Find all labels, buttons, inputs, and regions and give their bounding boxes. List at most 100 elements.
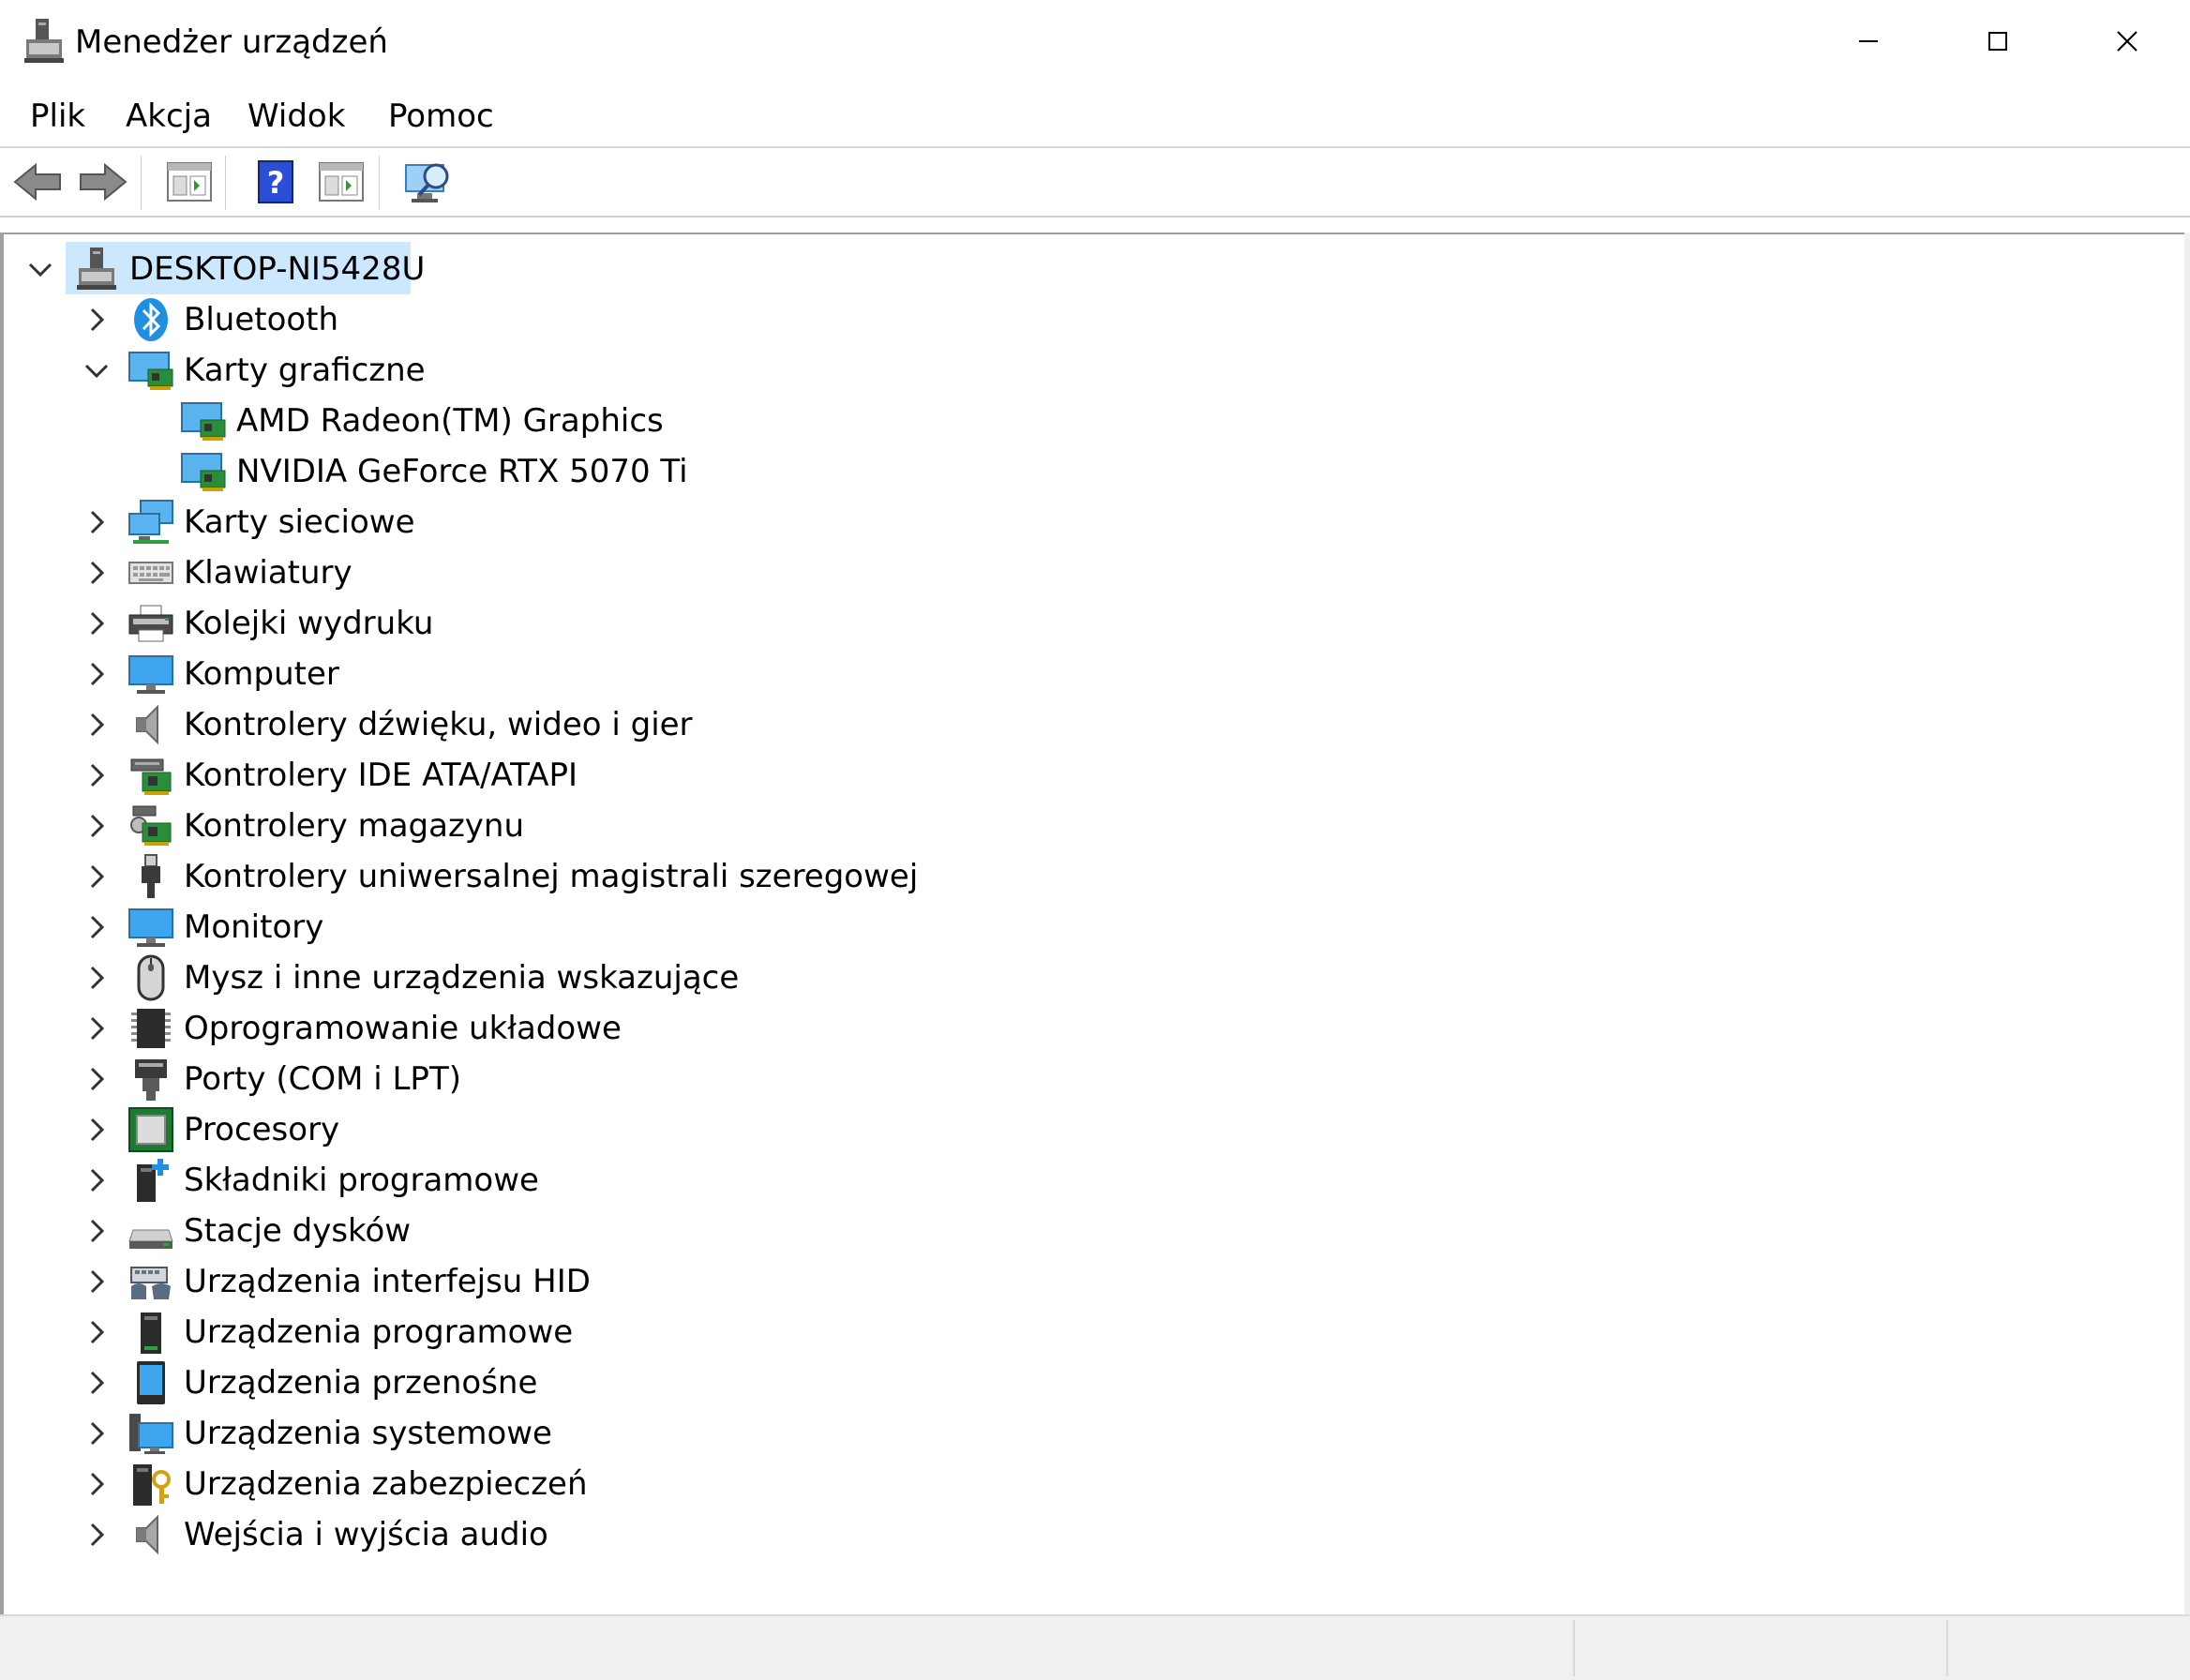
tree-category[interactable]: Karty sieciowe bbox=[4, 497, 848, 548]
menu-action[interactable]: Akcja bbox=[122, 96, 216, 137]
chevron-right-icon[interactable] bbox=[82, 1369, 111, 1397]
chevron-right-icon[interactable] bbox=[82, 812, 111, 840]
tree-category[interactable]: Urządzenia interfejsu HID bbox=[4, 1256, 848, 1307]
close-icon bbox=[2117, 31, 2138, 52]
menu-help[interactable]: Pomoc bbox=[384, 96, 498, 137]
update-driver-icon bbox=[319, 162, 364, 202]
chevron-right-icon[interactable] bbox=[82, 964, 111, 992]
tree-category-label: Urządzenia systemowe bbox=[184, 1415, 552, 1452]
tree-category-label: Mysz i inne urządzenia wskazujące bbox=[184, 959, 740, 997]
tree-category[interactable]: Komputer bbox=[4, 649, 848, 699]
firmware-chip-icon bbox=[131, 1009, 171, 1048]
svg-text:?: ? bbox=[267, 165, 285, 201]
port-icon bbox=[135, 1059, 167, 1101]
software-device-icon bbox=[141, 1312, 161, 1354]
chevron-right-icon[interactable] bbox=[82, 559, 111, 587]
tree-category[interactable]: Porty (COM i LPT) bbox=[4, 1054, 848, 1104]
status-separator bbox=[1946, 1620, 1948, 1676]
storage-controller-icon bbox=[130, 805, 172, 846]
help-button[interactable]: ? bbox=[249, 158, 302, 206]
status-separator bbox=[1573, 1620, 1575, 1676]
chevron-right-icon[interactable] bbox=[82, 1419, 111, 1448]
chevron-right-icon[interactable] bbox=[82, 862, 111, 891]
scan-hardware-button[interactable] bbox=[403, 158, 456, 206]
chevron-right-icon[interactable] bbox=[82, 1014, 111, 1042]
chevron-right-icon[interactable] bbox=[82, 913, 111, 941]
tree-category[interactable]: Procesory bbox=[4, 1104, 848, 1155]
chevron-down-icon[interactable] bbox=[82, 356, 111, 384]
chevron-right-icon[interactable] bbox=[82, 711, 111, 739]
chevron-right-icon[interactable] bbox=[82, 1318, 111, 1346]
menu-view[interactable]: Widok bbox=[244, 96, 349, 137]
tree-device[interactable]: NVIDIA GeForce RTX 5070 Ti bbox=[4, 446, 848, 497]
chevron-right-icon[interactable] bbox=[82, 1217, 111, 1245]
software-component-icon bbox=[137, 1159, 169, 1202]
device-tree[interactable]: DESKTOP-NI5428U Bluetooth Karty graficzn… bbox=[0, 232, 2188, 1616]
tree-category[interactable]: Kolejki wydruku bbox=[4, 598, 848, 649]
tree-category-label: Kontrolery magazynu bbox=[184, 807, 525, 845]
monitor-icon bbox=[128, 908, 173, 947]
tree-category[interactable]: Stacje dysków bbox=[4, 1206, 848, 1256]
tree-category[interactable]: Urządzenia programowe bbox=[4, 1307, 848, 1358]
chevron-right-icon[interactable] bbox=[82, 1166, 111, 1194]
tree-category[interactable]: Urządzenia przenośne bbox=[4, 1358, 848, 1408]
tree-category[interactable]: Bluetooth bbox=[4, 294, 848, 345]
tree-category[interactable]: Urządzenia systemowe bbox=[4, 1408, 848, 1459]
display-adapter-icon bbox=[181, 402, 226, 441]
tree-category[interactable]: Urządzenia zabezpieczeń bbox=[4, 1459, 848, 1509]
tree-category[interactable]: Kontrolery uniwersalnej magistrali szere… bbox=[4, 851, 941, 902]
close-button[interactable] bbox=[2062, 0, 2190, 82]
tree-category-label: Karty graficzne bbox=[184, 352, 426, 389]
chevron-right-icon[interactable] bbox=[82, 1521, 111, 1549]
chevron-right-icon[interactable] bbox=[82, 1470, 111, 1498]
tree-category-label: Składniki programowe bbox=[184, 1162, 539, 1199]
properties-button[interactable] bbox=[163, 158, 216, 206]
chevron-right-icon[interactable] bbox=[82, 1116, 111, 1144]
tree-category[interactable]: Kontrolery magazynu bbox=[4, 801, 848, 851]
bluetooth-icon bbox=[134, 298, 168, 341]
chevron-right-icon[interactable] bbox=[82, 1065, 111, 1093]
tree-category[interactable]: Monitory bbox=[4, 902, 848, 952]
tree-category-label: Urządzenia programowe bbox=[184, 1313, 574, 1351]
tree-root[interactable]: DESKTOP-NI5428U bbox=[4, 244, 425, 294]
tree-device[interactable]: AMD Radeon(TM) Graphics bbox=[4, 396, 848, 446]
tree-category[interactable]: Oprogramowanie układowe bbox=[4, 1003, 848, 1054]
chevron-right-icon[interactable] bbox=[82, 1268, 111, 1296]
ide-controller-icon bbox=[130, 758, 172, 795]
tree-category-label: Karty sieciowe bbox=[184, 503, 415, 541]
chevron-down-icon[interactable] bbox=[26, 255, 54, 283]
tree-category[interactable]: Kontrolery dźwięku, wideo i gier bbox=[4, 699, 848, 750]
system-device-icon bbox=[129, 1414, 173, 1454]
maximize-button[interactable] bbox=[1933, 0, 2062, 82]
tree-root-label: DESKTOP-NI5428U bbox=[129, 250, 426, 288]
tree-category-label: Wejścia i wyjścia audio bbox=[184, 1516, 548, 1553]
menu-file[interactable]: Plik bbox=[26, 96, 89, 137]
tree-category-label: Urządzenia przenośne bbox=[184, 1364, 538, 1402]
tree-category-label: Kontrolery uniwersalnej magistrali szere… bbox=[184, 858, 919, 895]
scan-hardware-icon bbox=[405, 163, 449, 202]
tree-category-label: Kontrolery dźwięku, wideo i gier bbox=[184, 706, 693, 743]
menu-bar: Plik Akcja Widok Pomoc bbox=[0, 86, 2190, 148]
help-icon: ? bbox=[258, 160, 293, 203]
update-driver-button[interactable] bbox=[315, 158, 368, 206]
chevron-right-icon[interactable] bbox=[82, 660, 111, 688]
tree-category[interactable]: Składniki programowe bbox=[4, 1155, 848, 1206]
tree-category[interactable]: Kontrolery IDE ATA/ATAPI bbox=[4, 750, 848, 801]
chevron-right-icon[interactable] bbox=[82, 306, 111, 334]
forward-button[interactable] bbox=[77, 158, 129, 206]
tree-category[interactable]: Karty graficzne bbox=[4, 345, 848, 396]
chevron-right-icon[interactable] bbox=[82, 609, 111, 638]
toolbar-separator bbox=[225, 156, 226, 210]
chevron-right-icon[interactable] bbox=[82, 761, 111, 789]
back-button[interactable] bbox=[11, 158, 64, 206]
toolbar-separator bbox=[141, 156, 142, 210]
tree-category[interactable]: Klawiatury bbox=[4, 548, 848, 598]
tree-category[interactable]: Mysz i inne urządzenia wskazujące bbox=[4, 952, 848, 1003]
minimize-button[interactable] bbox=[1804, 0, 1933, 82]
chevron-right-icon[interactable] bbox=[82, 508, 111, 536]
maximize-icon bbox=[1988, 32, 2007, 51]
tree-category-label: Klawiatury bbox=[184, 554, 352, 592]
tree-category[interactable]: Wejścia i wyjścia audio bbox=[4, 1509, 848, 1560]
usb-icon bbox=[142, 854, 160, 898]
speaker-icon bbox=[136, 704, 158, 745]
